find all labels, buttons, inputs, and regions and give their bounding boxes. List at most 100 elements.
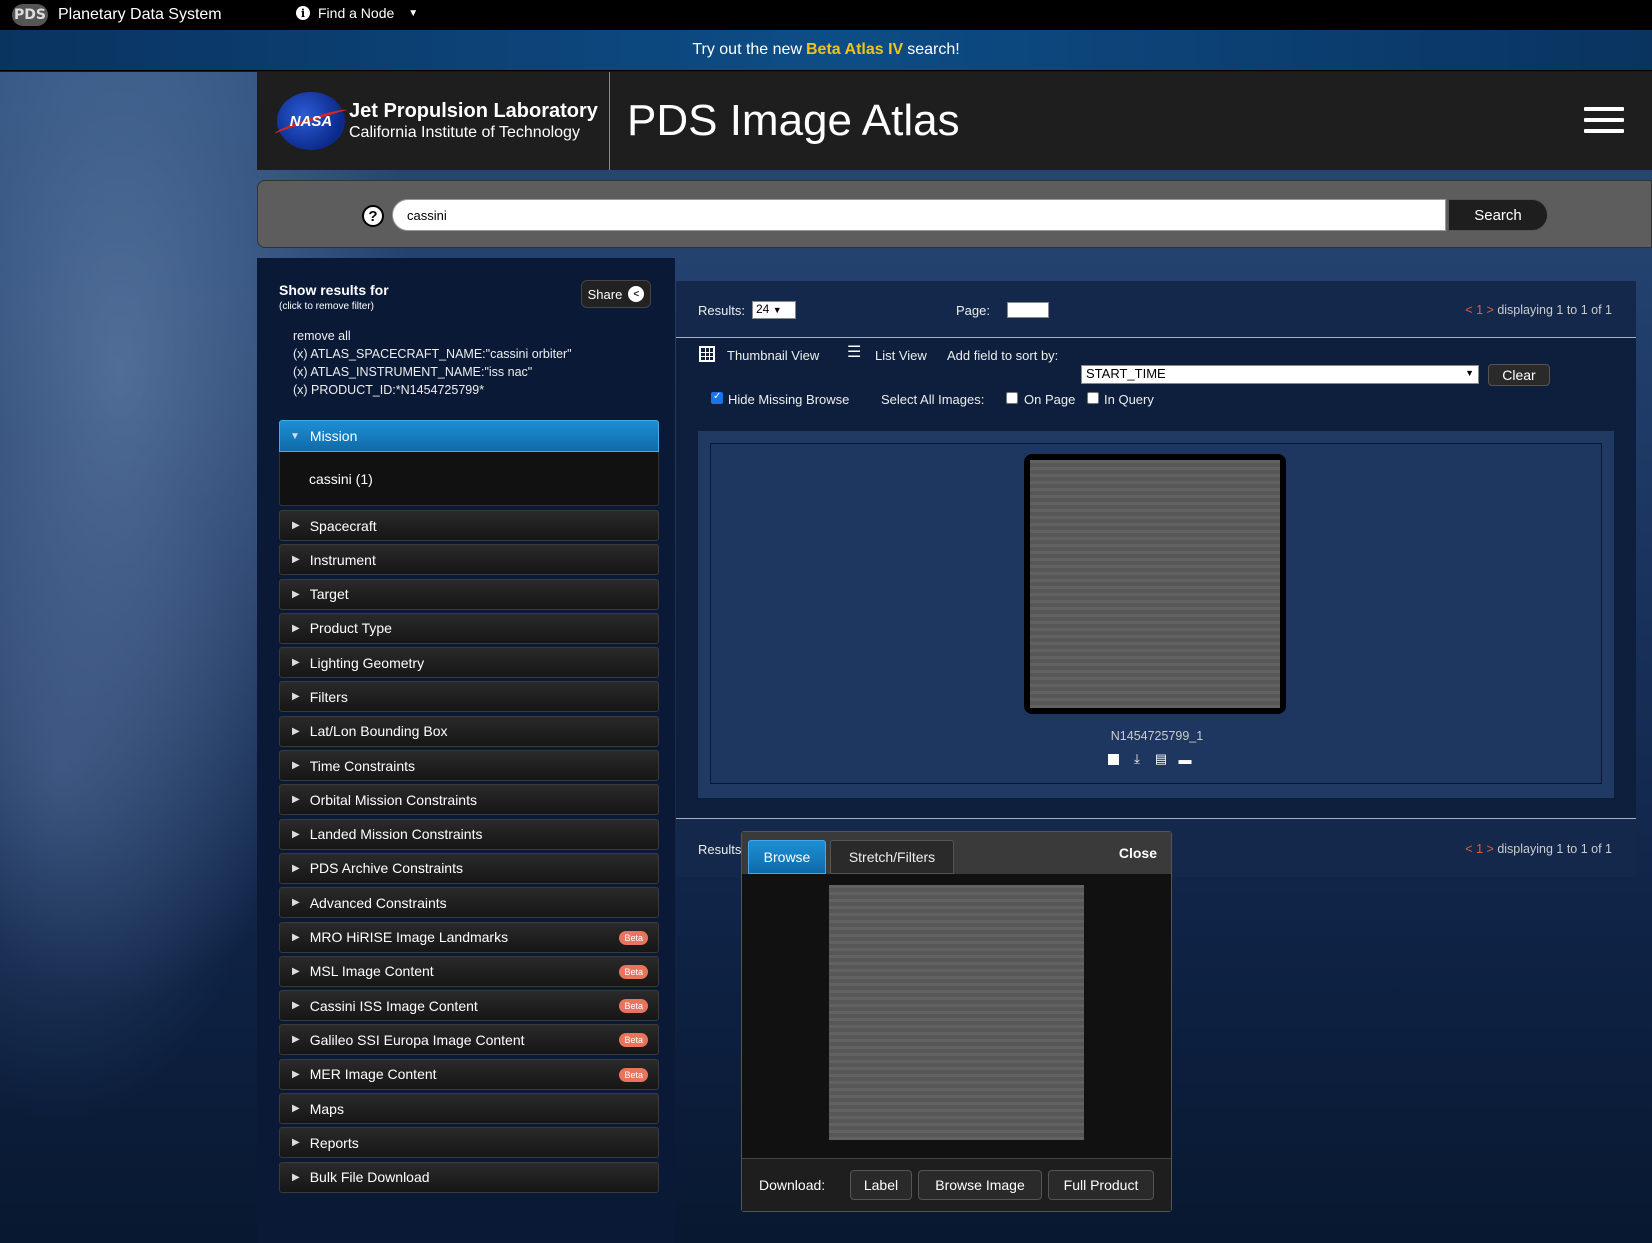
search-bar: ? Search <box>257 180 1652 248</box>
folder-icon[interactable]: ▬ <box>1178 752 1192 767</box>
download-label-button[interactable]: Label <box>850 1170 912 1200</box>
help-icon[interactable]: ? <box>362 205 384 227</box>
pager: < 1 > displaying 1 to 1 of 1 <box>1465 303 1612 317</box>
facet-label: Target <box>309 586 349 603</box>
triangle-right-icon: ▶ <box>292 965 300 977</box>
find-node-menu[interactable]: i Find a Node ▼ <box>296 5 418 21</box>
select-checkbox-icon[interactable] <box>1106 752 1120 766</box>
triangle-right-icon: ▶ <box>292 554 300 566</box>
facet-galileo-ssi-europa-image-content[interactable]: ▶ Galileo SSI Europa Image Content Beta <box>279 1024 659 1056</box>
pager-page[interactable]: 1 <box>1476 842 1483 856</box>
nasa-logo[interactable]: NASA <box>273 92 349 150</box>
top-nav: PDS Planetary Data System i Find a Node … <box>0 0 1652 30</box>
jpl-name[interactable]: Jet Propulsion Laboratory <box>349 100 598 123</box>
info-icon: i <box>296 6 310 20</box>
results-panel: Results: 24 ▼ Page: < 1 > displaying 1 t… <box>676 281 1636 877</box>
result-thumbnail[interactable] <box>1024 454 1286 714</box>
facet-orbital-mission-constraints[interactable]: ▶ Orbital Mission Constraints <box>279 784 659 816</box>
sort-field-value: START_TIME <box>1086 366 1166 381</box>
search-button[interactable]: Search <box>1448 199 1548 231</box>
select-on-page-checkbox[interactable] <box>1006 392 1018 404</box>
triangle-right-icon: ▶ <box>292 1000 300 1012</box>
displaying-count: displaying 1 to 1 of 1 <box>1497 303 1612 317</box>
facet-msl-image-content[interactable]: ▶ MSL Image Content Beta <box>279 955 659 987</box>
thumbnail-image <box>1030 460 1280 708</box>
results-per-page-select[interactable]: 24 ▼ <box>752 301 796 319</box>
triangle-right-icon: ▶ <box>292 1034 300 1046</box>
facet-product-type[interactable]: ▶ Product Type <box>279 612 659 644</box>
beta-banner: Try out the new Beta Atlas IV search! <box>0 30 1652 71</box>
pager-prev[interactable]: < <box>1465 842 1472 856</box>
filter-spacecraft[interactable]: (x) ATLAS_SPACECRAFT_NAME:"cassini orbit… <box>293 345 572 363</box>
facet-mro-hirise-image-landmarks[interactable]: ▶ MRO HiRISE Image Landmarks Beta <box>279 921 659 953</box>
facet-option-cassini[interactable]: cassini (1) <box>309 471 373 487</box>
list-view-button[interactable]: List View <box>875 348 927 363</box>
banner-prefix: Try out the new <box>692 41 802 58</box>
facet-lighting-geometry[interactable]: ▶ Lighting Geometry <box>279 647 659 679</box>
filter-product-id[interactable]: (x) PRODUCT_ID:*N1454725799* <box>293 381 572 399</box>
facet-maps[interactable]: ▶ Maps <box>279 1093 659 1125</box>
nasa-logo-text: NASA <box>289 112 333 130</box>
facet-lat-lon-bounding-box[interactable]: ▶ Lat/Lon Bounding Box <box>279 715 659 747</box>
download-browse-image-button[interactable]: Browse Image <box>918 1170 1042 1200</box>
hamburger-menu-icon[interactable] <box>1584 107 1624 133</box>
pager-next[interactable]: > <box>1487 842 1494 856</box>
facet-advanced-constraints[interactable]: ▶ Advanced Constraints <box>279 887 659 919</box>
facet-label: Lat/Lon Bounding Box <box>309 723 448 740</box>
pager-prev[interactable]: < <box>1465 303 1472 317</box>
tab-browse[interactable]: Browse <box>748 840 826 874</box>
facet-mer-image-content[interactable]: ▶ MER Image Content Beta <box>279 1058 659 1090</box>
filter-instrument[interactable]: (x) ATLAS_INSTRUMENT_NAME:"iss nac" <box>293 363 572 381</box>
select-in-query-checkbox[interactable] <box>1087 392 1099 404</box>
facet-time-constraints[interactable]: ▶ Time Constraints <box>279 750 659 782</box>
triangle-right-icon: ▶ <box>292 1103 300 1115</box>
facet-list: ▼ Mission cassini (1) ▶ Spacecraft ▶ Instru… <box>279 420 659 1196</box>
facet-target[interactable]: ▶ Target <box>279 578 659 610</box>
facet-cassini-iss-image-content[interactable]: ▶ Cassini ISS Image Content Beta <box>279 990 659 1022</box>
popup-header: Browse Stretch/Filters Close <box>742 832 1171 874</box>
remove-all-filters[interactable]: remove all <box>293 327 572 345</box>
beta-badge: Beta <box>619 1033 648 1048</box>
pager-page[interactable]: 1 <box>1476 303 1483 317</box>
facet-label: Bulk File Download <box>309 1169 430 1186</box>
facet-label: Orbital Mission Constraints <box>309 791 477 808</box>
facet-reports[interactable]: ▶ Reports <box>279 1127 659 1159</box>
sort-label: Add field to sort by: <box>947 348 1059 363</box>
clear-sort-button[interactable]: Clear <box>1488 364 1550 386</box>
facet-spacecraft[interactable]: ▶ Spacecraft <box>279 510 659 541</box>
facet-label: Galileo SSI Europa Image Content <box>309 1031 525 1048</box>
thumbnail-view-button[interactable]: Thumbnail View <box>727 348 819 363</box>
thumbnail-grid-icon[interactable] <box>699 346 715 362</box>
facet-landed-mission-constraints[interactable]: ▶ Landed Mission Constraints <box>279 818 659 850</box>
facet-label: Lighting Geometry <box>309 654 425 671</box>
triangle-right-icon: ▶ <box>292 862 300 874</box>
site-name[interactable]: Planetary Data System <box>58 6 222 24</box>
sort-field-select[interactable]: START_TIME ▼ <box>1081 365 1479 384</box>
facet-filters[interactable]: ▶ Filters <box>279 681 659 713</box>
hide-missing-browse-checkbox[interactable] <box>711 391 723 404</box>
result-product-id[interactable]: N1454725799_1 <box>711 729 1603 743</box>
facet-label: Product Type <box>309 620 392 637</box>
beta-atlas-link[interactable]: Beta Atlas IV <box>806 41 903 59</box>
facet-instrument[interactable]: ▶ Instrument <box>279 544 659 576</box>
thumbnail-card: N1454725799_1 ⤓ ▤ ▬ <box>710 443 1602 784</box>
facet-mission[interactable]: ▼ Mission <box>279 420 659 452</box>
close-button[interactable]: Close <box>1119 845 1157 861</box>
page-label: Page: <box>956 303 990 318</box>
document-icon[interactable]: ▤ <box>1154 751 1168 766</box>
download-icon[interactable]: ⤓ <box>1130 751 1144 766</box>
facet-pds-archive-constraints[interactable]: ▶ PDS Archive Constraints <box>279 852 659 884</box>
list-view-icon[interactable]: ☰ <box>847 345 863 361</box>
hide-missing-browse-label: Hide Missing Browse <box>728 392 850 407</box>
page-input[interactable] <box>1007 302 1049 318</box>
in-query-label: In Query <box>1104 392 1154 407</box>
facet-bulk-file-download[interactable]: ▶ Bulk File Download <box>279 1161 659 1193</box>
facet-label: Instrument <box>309 551 376 568</box>
pager-next[interactable]: > <box>1487 303 1494 317</box>
download-full-product-button[interactable]: Full Product <box>1048 1170 1154 1200</box>
triangle-right-icon: ▶ <box>292 1137 300 1149</box>
search-input[interactable] <box>392 199 1446 231</box>
pds-logo[interactable]: PDS <box>12 4 48 26</box>
share-button[interactable]: Share < <box>581 280 651 308</box>
tab-stretch-filters[interactable]: Stretch/Filters <box>830 840 954 874</box>
